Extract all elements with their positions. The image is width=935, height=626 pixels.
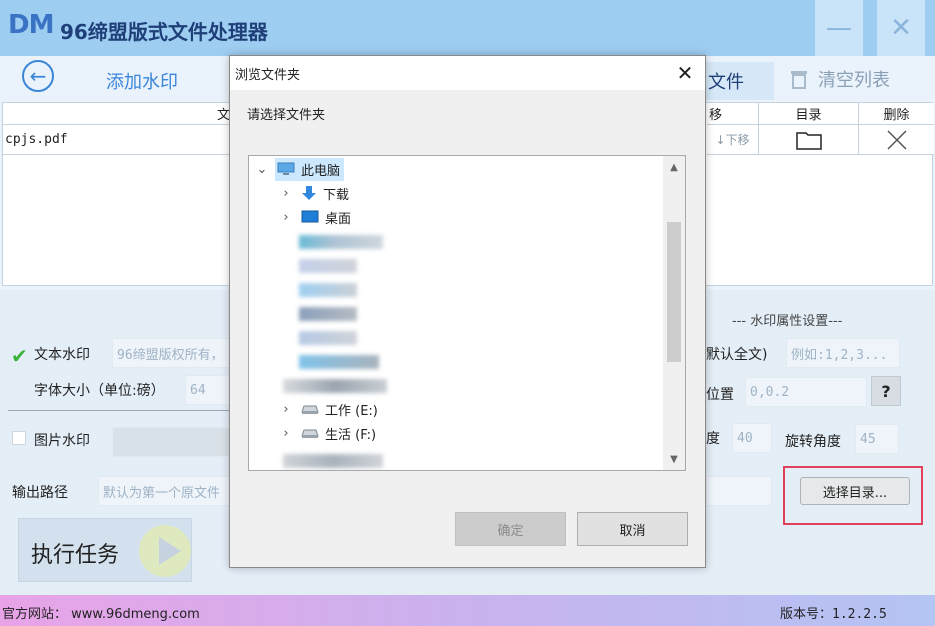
play-icon (139, 525, 191, 577)
app-title: 96缔盟版式文件处理器 (60, 20, 268, 44)
add-file-button[interactable]: 文件 (706, 62, 774, 100)
redacted-tree-item (283, 379, 387, 393)
chevron-right-icon[interactable]: › (279, 402, 293, 417)
x-icon (886, 129, 907, 150)
title-bar: DM 96缔盟版式文件处理器 — ✕ (0, 0, 935, 56)
move-down-button[interactable]: ↓下移 (707, 125, 759, 155)
dialog-title: 浏览文件夹 (235, 68, 301, 83)
output-path-input[interactable]: 默认为第一个原文件 (98, 476, 230, 506)
dialog-title-bar: 浏览文件夹 ✕ (230, 56, 705, 90)
redacted-tree-item (299, 331, 357, 345)
folder-icon (795, 131, 822, 150)
image-watermark-checkbox[interactable] (12, 431, 26, 445)
redacted-tree-item (299, 355, 379, 369)
font-size-label: 字体大小（单位:磅） (34, 383, 165, 399)
scroll-thumb[interactable] (667, 222, 681, 362)
open-dir-button[interactable] (759, 125, 859, 155)
redacted-tree-item (299, 235, 383, 249)
ok-button[interactable]: 确定 (455, 512, 566, 546)
tree-item-label: 此电脑 (301, 163, 341, 179)
redacted-tree-item (283, 454, 383, 468)
tree-item-downloads[interactable]: › 下载 (279, 181, 349, 205)
folder-tree[interactable]: ⌄ 此电脑 › 下载 › 桌面 › 工作 (E:) › 生活 (F:) ▲ ▼ (248, 155, 686, 471)
scroll-up-icon[interactable]: ▲ (663, 158, 685, 176)
chevron-right-icon[interactable]: › (279, 426, 293, 441)
dialog-close-button[interactable]: ✕ (672, 60, 698, 86)
back-button[interactable]: ← (22, 60, 54, 92)
dialog-prompt: 请选择文件夹 (247, 108, 326, 123)
add-file-label: 文件 (708, 72, 744, 93)
opacity-label: 度 (706, 431, 720, 447)
version-text: 版本号：1.2.2.5 (780, 607, 887, 622)
browse-folder-dialog: 浏览文件夹 ✕ 请选择文件夹 ⌄ 此电脑 › 下载 › 桌面 › 工作 (E:)… (229, 55, 706, 568)
minimize-button[interactable]: — (815, 0, 863, 56)
tree-scrollbar[interactable]: ▲ ▼ (663, 156, 685, 470)
rotation-label: 旋转角度 (785, 434, 841, 450)
desktop-icon (301, 210, 319, 223)
redacted-tree-item (299, 307, 357, 321)
run-task-button[interactable]: 执行任务 (18, 518, 192, 582)
app-logo: DM (8, 10, 54, 40)
text-watermark-input[interactable]: 96缔盟版权所有， (112, 338, 230, 368)
tree-item-label: 下载 (323, 187, 350, 203)
text-watermark-label: 文本水印 (34, 347, 90, 363)
chevron-right-icon[interactable]: › (279, 186, 293, 201)
drive-icon (301, 405, 319, 414)
pages-label: 默认全文) (706, 347, 768, 363)
run-task-label: 执行任务 (31, 543, 120, 568)
text-watermark-checkbox[interactable]: ✔ (11, 344, 28, 368)
chevron-down-icon[interactable]: ⌄ (255, 162, 269, 177)
choose-dir-button[interactable]: 选择目录... (800, 477, 910, 505)
col-header-dir: 目录 (759, 103, 859, 125)
redacted-tree-item (299, 283, 357, 297)
redacted-tree-item (299, 259, 357, 273)
output-path-input-tail[interactable] (706, 476, 772, 506)
tree-item-label: 生活 (F:) (325, 427, 377, 443)
clear-list-button[interactable]: 清空列表 (774, 56, 935, 102)
col-header-delete: 删除 (859, 103, 934, 125)
tree-item-drive-f[interactable]: › 生活 (F:) (279, 421, 376, 445)
drive-icon (301, 429, 319, 438)
col-header-filename: 文 (3, 103, 233, 125)
help-button[interactable]: ? (871, 376, 901, 406)
image-watermark-label: 图片水印 (34, 433, 90, 449)
cancel-button[interactable]: 取消 (577, 512, 688, 546)
clear-list-label: 清空列表 (818, 70, 890, 91)
download-icon (302, 186, 316, 200)
output-path-label: 输出路径 (12, 485, 68, 501)
col-header-move: 移 (707, 103, 759, 125)
tree-item-label: 工作 (E:) (325, 403, 378, 419)
position-label: 位置 (706, 387, 734, 403)
image-watermark-input[interactable] (112, 427, 230, 457)
font-size-input[interactable]: 64 (185, 375, 230, 405)
tree-item-this-pc[interactable]: ⌄ 此电脑 (255, 157, 345, 181)
page-title: 添加水印 (106, 72, 178, 93)
section-title: --- 水印属性设置--- (732, 314, 843, 329)
tree-item-drive-e[interactable]: › 工作 (E:) (279, 397, 378, 421)
arrow-left-icon: ← (29, 64, 47, 88)
rotation-input[interactable]: 45 (855, 424, 899, 454)
website-text: 官方网站： www.96dmeng.com (2, 607, 200, 622)
delete-row-button[interactable] (859, 125, 934, 155)
pages-input[interactable]: 例如:1,2,3... (786, 338, 900, 368)
scroll-down-icon[interactable]: ▼ (663, 450, 685, 468)
tree-item-label: 桌面 (325, 211, 352, 227)
opacity-input[interactable]: 40 (732, 423, 772, 453)
table-row-filename[interactable]: cpjs.pdf (3, 125, 233, 155)
tree-item-desktop[interactable]: › 桌面 (279, 205, 351, 229)
trash-icon (791, 71, 807, 89)
status-bar: 官方网站： www.96dmeng.com 版本号：1.2.2.5 (0, 595, 935, 626)
window-close-button[interactable]: ✕ (877, 0, 925, 56)
position-input[interactable]: 0,0.2 (745, 377, 867, 407)
chevron-right-icon[interactable]: › (279, 210, 293, 225)
computer-icon (277, 162, 295, 175)
divider (8, 410, 230, 411)
